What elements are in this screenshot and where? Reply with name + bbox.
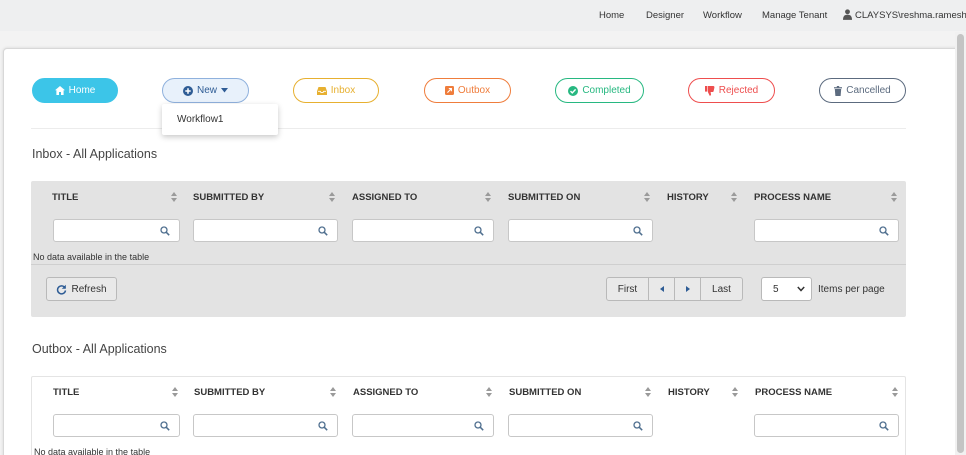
refresh-icon <box>57 284 67 295</box>
submitted-by-filter-input[interactable] <box>193 414 338 437</box>
sort-icon[interactable] <box>644 192 650 202</box>
title-filter-input[interactable] <box>53 414 180 437</box>
completed-button-label: Completed <box>582 85 631 96</box>
search-icon <box>160 226 170 236</box>
inbox-button-label: Inbox <box>330 85 356 96</box>
sort-icon[interactable] <box>329 192 335 202</box>
column-header-process-name[interactable]: PROCESS NAME <box>755 387 832 398</box>
outbox-icon <box>444 86 454 95</box>
empty-table-message: No data available in the table <box>33 252 150 262</box>
completed-button[interactable]: Completed <box>555 78 644 103</box>
trash-icon <box>834 85 843 96</box>
new-button-label: New <box>196 85 217 96</box>
search-icon <box>160 421 170 431</box>
next-page-button[interactable] <box>675 278 701 300</box>
inbox-section-title: Inbox - All Applications <box>32 147 158 161</box>
sort-icon[interactable] <box>892 387 898 397</box>
column-header-submitted-by[interactable]: SUBMITTED BY <box>193 192 264 203</box>
column-header-submitted-on[interactable]: SUBMITTED ON <box>508 192 580 203</box>
sort-icon[interactable] <box>731 192 737 202</box>
sort-icon[interactable] <box>645 387 651 397</box>
rejected-button[interactable]: Rejected <box>688 78 775 103</box>
search-icon <box>879 421 889 431</box>
caret-right-icon <box>685 286 690 292</box>
outbox-section-title: Outbox - All Applications <box>32 342 167 356</box>
nav-home[interactable]: Home <box>599 10 624 21</box>
chevron-down-icon <box>797 286 805 292</box>
scrollbar-thumb[interactable] <box>957 34 964 453</box>
thumbs-down-icon <box>704 85 715 96</box>
nav-workflow[interactable]: Workflow <box>703 10 742 21</box>
outbox-grid: TITLE SUBMITTED BY ASSIGNED TO SUBMITTED… <box>31 376 906 455</box>
divider <box>31 264 906 265</box>
last-page-button[interactable]: Last <box>701 278 742 300</box>
pagination: First Last <box>606 277 743 301</box>
sort-icon[interactable] <box>891 192 897 202</box>
caret-left-icon <box>659 286 664 292</box>
user-name[interactable]: CLAYSYS\reshma.ramesh <box>855 10 966 21</box>
search-icon <box>879 226 889 236</box>
search-icon <box>474 421 484 431</box>
process-name-filter-input[interactable] <box>754 414 899 437</box>
inbox-grid: TITLE SUBMITTED BY ASSIGNED TO SUBMITTED… <box>31 181 906 317</box>
cancelled-button[interactable]: Cancelled <box>819 78 906 103</box>
plus-circle-icon <box>182 85 193 96</box>
caret-down-icon <box>221 88 228 93</box>
submitted-on-filter-input[interactable] <box>508 414 653 437</box>
submitted-on-filter-input[interactable] <box>508 219 653 242</box>
page-size-select[interactable]: 5 <box>761 277 812 301</box>
search-icon <box>318 421 328 431</box>
title-filter-input[interactable] <box>53 219 180 242</box>
page-scrollbar[interactable] <box>955 32 966 455</box>
home-button-label: Home <box>68 85 96 96</box>
top-navbar: Home Designer Workflow Manage Tenant CLA… <box>0 0 966 31</box>
empty-table-message: No data available in the table <box>34 447 151 455</box>
sort-icon[interactable] <box>486 387 492 397</box>
inbox-icon <box>316 86 327 95</box>
column-header-submitted-by[interactable]: SUBMITTED BY <box>194 387 265 398</box>
column-header-history[interactable]: HISTORY <box>667 192 709 203</box>
search-icon <box>474 226 484 236</box>
nav-manage-tenant[interactable]: Manage Tenant <box>762 10 827 21</box>
new-button[interactable]: New <box>162 78 249 103</box>
outbox-button[interactable]: Outbox <box>424 78 511 103</box>
previous-page-button[interactable] <box>649 278 675 300</box>
first-page-button[interactable]: First <box>607 278 649 300</box>
check-circle-icon <box>568 85 579 96</box>
column-header-title[interactable]: TITLE <box>53 387 79 398</box>
search-icon <box>633 226 643 236</box>
new-dropdown-menu: Workflow1 <box>162 104 278 135</box>
column-header-assigned-to[interactable]: ASSIGNED TO <box>352 192 417 203</box>
home-icon <box>54 86 65 95</box>
search-icon <box>633 421 643 431</box>
refresh-button[interactable]: Refresh <box>46 277 117 301</box>
search-icon <box>318 226 328 236</box>
outbox-button-label: Outbox <box>457 85 491 96</box>
rejected-button-label: Rejected <box>718 85 759 96</box>
assigned-to-filter-input[interactable] <box>352 219 494 242</box>
cancelled-button-label: Cancelled <box>846 85 891 96</box>
refresh-button-label: Refresh <box>71 283 107 295</box>
sort-icon[interactable] <box>172 387 178 397</box>
user-icon <box>843 9 852 20</box>
column-header-history[interactable]: HISTORY <box>668 387 710 398</box>
sort-icon[interactable] <box>330 387 336 397</box>
sort-icon[interactable] <box>171 192 177 202</box>
assigned-to-filter-input[interactable] <box>352 414 494 437</box>
home-button[interactable]: Home <box>32 78 118 103</box>
menu-item-workflow1[interactable]: Workflow1 <box>177 114 224 125</box>
page-size-value: 5 <box>773 284 779 295</box>
submitted-by-filter-input[interactable] <box>193 219 338 242</box>
column-header-process-name[interactable]: PROCESS NAME <box>754 192 831 203</box>
process-name-filter-input[interactable] <box>754 219 899 242</box>
inbox-button[interactable]: Inbox <box>293 78 379 103</box>
nav-designer[interactable]: Designer <box>646 10 684 21</box>
sort-icon[interactable] <box>732 387 738 397</box>
column-header-title[interactable]: TITLE <box>52 192 78 203</box>
items-per-page-label: Items per page <box>818 284 885 295</box>
column-header-assigned-to[interactable]: ASSIGNED TO <box>353 387 418 398</box>
column-header-submitted-on[interactable]: SUBMITTED ON <box>509 387 581 398</box>
sort-icon[interactable] <box>485 192 491 202</box>
